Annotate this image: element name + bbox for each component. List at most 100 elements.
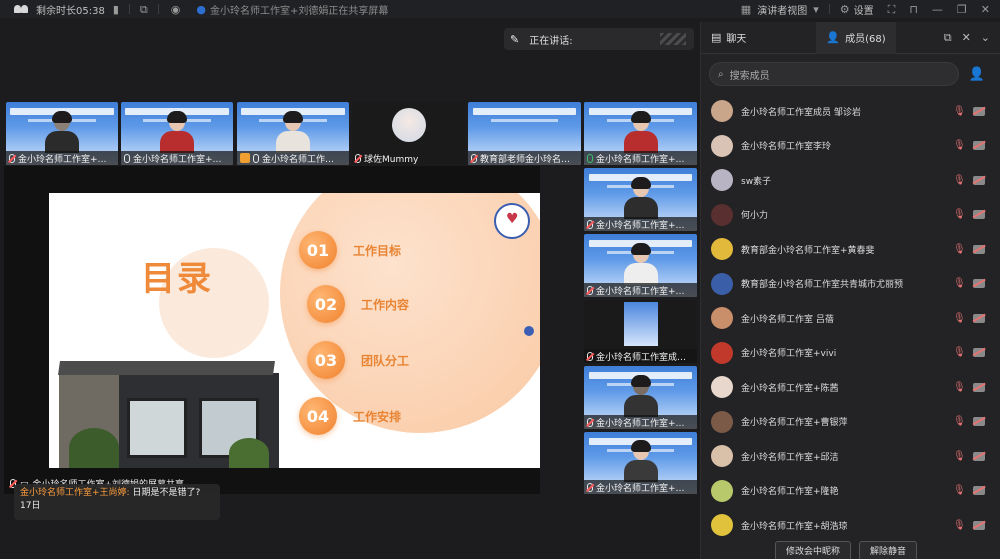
app-logo-icon — [14, 4, 30, 14]
mic-muted-icon[interactable]: 🎙 — [953, 278, 966, 289]
member-row[interactable]: 金小玲名师工作室+曹银萍 🎙 — [701, 405, 1000, 440]
mic-icon — [124, 153, 130, 163]
tile-name-bar: 球佐Mummy — [352, 151, 465, 165]
mic-muted-icon[interactable]: 🎙 — [953, 485, 966, 496]
camera-off-icon[interactable] — [973, 382, 985, 392]
tile-name-bar: 金小玲名师工作室+… — [584, 480, 697, 494]
avatar — [711, 410, 733, 433]
member-row[interactable]: 金小玲名师工作室 吕蓓 🎙 — [701, 301, 1000, 336]
mic-muted-icon[interactable]: 🎙 — [953, 209, 966, 220]
video-tile[interactable]: 金小玲名师工作室+… — [121, 102, 233, 165]
tab-chat[interactable]: ▤ 聊天 — [701, 22, 756, 54]
top-bar: 剩余时长05:38 ▮ ⧉ ◉ ● 金小玲名师工作室+刘德娟正在共享屏幕 ▦ 演… — [0, 0, 1000, 18]
chevron-down-icon[interactable]: ⌄ — [981, 31, 990, 45]
participant-video — [624, 302, 658, 346]
speaking-indicator: ✎ 正在讲话: — [504, 28, 694, 50]
video-tile[interactable]: 金小玲名师工作室+… — [584, 432, 697, 494]
member-row[interactable]: 金小玲名师工作室李玲 🎙 — [701, 129, 1000, 164]
pin-icon[interactable]: ⊓ — [909, 4, 918, 15]
invite-user-icon[interactable]: 👤 — [967, 64, 987, 84]
video-tile[interactable]: 球佐Mummy — [352, 102, 465, 165]
record-icon[interactable]: ◉ — [171, 4, 181, 15]
camera-off-icon[interactable] — [973, 244, 985, 254]
video-tile[interactable]: 金小玲名师工作室+… — [6, 102, 118, 165]
mic-muted-icon[interactable]: 🎙 — [953, 106, 966, 117]
mic-muted-icon[interactable]: 🎙 — [953, 313, 966, 324]
popout-icon[interactable]: ⧉ — [944, 31, 952, 45]
close-panel-icon[interactable]: ✕ — [962, 31, 971, 45]
member-row[interactable]: 金小玲名师工作室+vivi 🎙 — [701, 336, 1000, 371]
mic-muted-icon — [9, 153, 15, 163]
chat-message-popup[interactable]: 金小玲名师工作室+王尚婷: 日期是不是错了? 17日 — [14, 484, 220, 520]
mic-muted-icon[interactable]: 🎙 — [953, 520, 966, 531]
speaker-mic-icon: ✎ — [510, 32, 520, 46]
tab-members[interactable]: 👤 成员(68) — [816, 21, 896, 54]
participant-video — [623, 440, 658, 482]
video-tile[interactable]: 金小玲名师工作… — [237, 102, 349, 165]
camera-off-icon[interactable] — [973, 417, 985, 427]
member-search-input[interactable]: ⌕ 搜索成员 — [709, 62, 959, 86]
video-tile[interactable]: 金小玲名师工作室+… — [584, 168, 697, 231]
mic-muted-icon[interactable]: 🎙 — [953, 140, 966, 151]
toc-item: 02 工作内容 — [307, 285, 409, 323]
member-row[interactable]: 金小玲名师工作室+陈茜 🎙 — [701, 370, 1000, 405]
camera-off-icon[interactable] — [973, 175, 985, 185]
video-tile[interactable]: 金小玲名师工作室+… — [584, 234, 697, 297]
settings-button[interactable]: ⚙ 设置 — [840, 2, 874, 17]
member-row[interactable]: 教育部金小玲名师工作室+黄春斐 🎙 — [701, 232, 1000, 267]
video-tile[interactable]: 金小玲名师工作室+… — [584, 366, 697, 429]
search-icon: ⌕ — [718, 68, 724, 80]
camera-off-icon[interactable] — [973, 313, 985, 323]
video-tile[interactable]: 教育部老师金小玲名… — [468, 102, 581, 165]
mic-muted-icon[interactable]: 🎙 — [953, 416, 966, 427]
avatar — [711, 341, 733, 364]
message-sender: 金小玲名师工作室+王尚婷: — [20, 488, 130, 498]
toc-number: 02 — [307, 285, 345, 323]
close-icon[interactable]: ✕ — [981, 4, 990, 15]
mic-muted-icon — [587, 219, 593, 229]
tile-name-bar: 金小玲名师工作室+… — [584, 151, 697, 165]
toc-label: 工作目标 — [353, 243, 402, 258]
camera-off-icon[interactable] — [973, 141, 985, 151]
camera-off-icon[interactable] — [973, 520, 985, 530]
camera-off-icon[interactable] — [973, 279, 985, 289]
video-tile[interactable]: 金小玲名师工作室成… — [584, 300, 697, 363]
member-row[interactable]: 金小玲名师工作室成员 邹诊岩 🎙 — [701, 94, 1000, 129]
member-row[interactable]: 金小玲名师工作室+邱洁 🎙 — [701, 439, 1000, 474]
member-row[interactable]: 金小玲名师工作室+胡浩琼 🎙 — [701, 508, 1000, 543]
view-switch[interactable]: ▦ 演讲者视图 ▾ — [741, 2, 819, 17]
shared-screen[interactable]: 目录 01 工作目标 02 工作内容 03 团队分工 04 工作安排 — [4, 166, 540, 494]
member-row[interactable]: 教育部金小玲名师工作室共青城市尤丽预 🎙 — [701, 267, 1000, 302]
video-tile-active[interactable]: 金小玲名师工作室+… — [584, 102, 697, 165]
mic-muted-icon[interactable]: 🎙 — [953, 244, 966, 255]
member-row[interactable]: 何小力 🎙 — [701, 198, 1000, 233]
mic-muted-icon[interactable]: 🎙 — [953, 382, 966, 393]
toc-item: 03 团队分工 — [307, 341, 409, 379]
settings-label: 设置 — [853, 5, 874, 17]
mic-muted-icon[interactable]: 🎙 — [953, 175, 966, 186]
tile-name: 球佐Mummy — [364, 154, 419, 165]
camera-off-icon[interactable] — [973, 451, 985, 461]
divider — [128, 4, 130, 14]
avatar — [711, 376, 733, 399]
avatar — [711, 514, 733, 537]
mic-muted-icon[interactable]: 🎙 — [953, 451, 966, 462]
maximize-icon[interactable]: ❐ — [957, 4, 967, 15]
camera-off-icon[interactable] — [973, 486, 985, 496]
fullscreen-icon[interactable]: ⛶ — [888, 4, 896, 15]
rename-button[interactable]: 修改会中昵称 — [775, 541, 852, 559]
annotate-icon[interactable] — [524, 326, 534, 336]
camera-off-icon[interactable] — [973, 348, 985, 358]
camera-off-icon[interactable] — [973, 106, 985, 116]
participant-video — [623, 111, 658, 153]
member-row[interactable]: sw素子 🎙 — [701, 163, 1000, 198]
mic-muted-icon[interactable]: 🎙 — [953, 347, 966, 358]
minimize-icon[interactable]: — — [932, 4, 943, 15]
signal-icon: ▮ — [112, 2, 119, 16]
divider — [157, 4, 159, 14]
camera-off-icon[interactable] — [973, 210, 985, 220]
member-row[interactable]: 金小玲名师工作室+隆艳 🎙 — [701, 474, 1000, 509]
unmute-button[interactable]: 解除静音 — [859, 541, 918, 559]
toc-label: 团队分工 — [361, 353, 410, 368]
share-window-icon[interactable]: ⧉ — [140, 4, 148, 15]
